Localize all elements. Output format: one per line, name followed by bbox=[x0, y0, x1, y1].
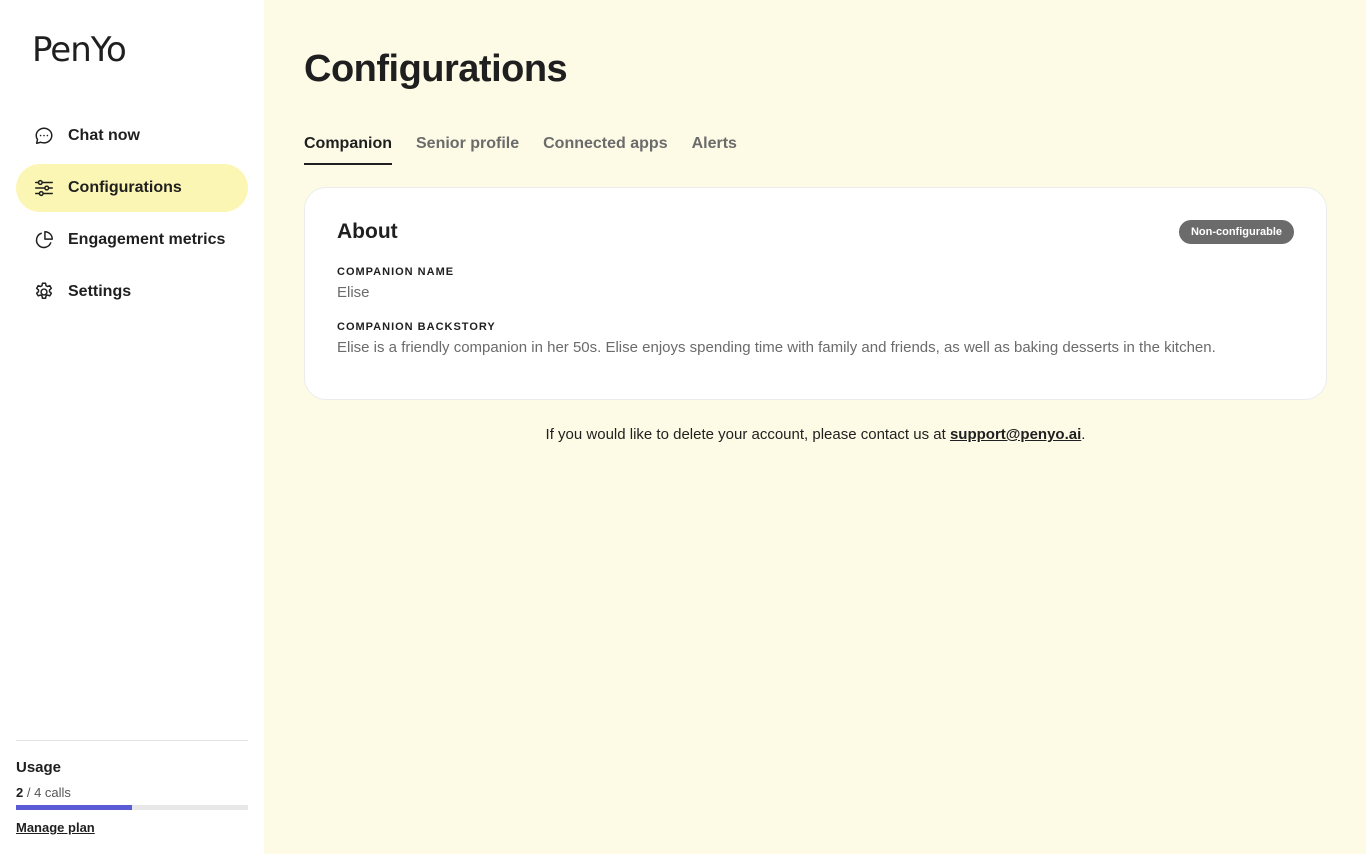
sidebar: PenYo Chat now Configurations Engagement… bbox=[0, 0, 264, 854]
sliders-icon bbox=[32, 176, 56, 200]
sidebar-item-label: Configurations bbox=[68, 179, 182, 196]
support-email-link[interactable]: support@penyo.ai bbox=[950, 426, 1081, 443]
sidebar-item-chat-now[interactable]: Chat now bbox=[16, 112, 248, 160]
status-badge: Non-configurable bbox=[1178, 220, 1294, 244]
companion-name-value: Elise bbox=[337, 284, 370, 301]
sidebar-item-settings[interactable]: Settings bbox=[16, 268, 248, 316]
delete-account-text: If you would like to delete your account… bbox=[545, 426, 950, 443]
manage-plan-link[interactable]: Manage plan bbox=[16, 820, 95, 835]
companion-name-label: COMPANION NAME bbox=[337, 266, 455, 278]
page-title: Configurations bbox=[304, 48, 568, 90]
sidebar-item-label: Settings bbox=[68, 283, 132, 300]
usage-title: Usage bbox=[16, 759, 62, 776]
main-content: Configurations Companion Senior profile … bbox=[304, 0, 1327, 443]
usage-used: 2 bbox=[16, 785, 24, 800]
usage-total: / 4 calls bbox=[26, 785, 71, 800]
usage-panel: Usage 2 / 4 calls Manage plan bbox=[16, 740, 248, 837]
about-card: About Non-configurable COMPANION NAME El… bbox=[304, 187, 1327, 400]
tab-alerts[interactable]: Alerts bbox=[692, 135, 737, 165]
tab-companion[interactable]: Companion bbox=[304, 135, 392, 165]
gear-icon bbox=[32, 280, 56, 304]
sidebar-item-configurations[interactable]: Configurations bbox=[16, 164, 248, 212]
tab-connected-apps[interactable]: Connected apps bbox=[543, 135, 667, 165]
usage-progress-bar bbox=[16, 805, 248, 810]
sidebar-item-label: Chat now bbox=[68, 127, 140, 144]
companion-backstory-value: Elise is a friendly companion in her 50s… bbox=[337, 339, 1216, 356]
penyo-logo[interactable]: PenYo bbox=[32, 30, 127, 70]
usage-progress-fill bbox=[16, 805, 132, 810]
tab-bar: Companion Senior profile Connected apps … bbox=[304, 135, 1327, 165]
sidebar-item-engagement-metrics[interactable]: Engagement metrics bbox=[16, 216, 248, 264]
delete-account-note: If you would like to delete your account… bbox=[304, 426, 1327, 443]
sidebar-nav: Chat now Configurations Engagement metri… bbox=[16, 112, 248, 320]
tab-senior-profile[interactable]: Senior profile bbox=[416, 135, 519, 165]
chat-bubble-icon bbox=[32, 124, 56, 148]
card-title: About bbox=[337, 220, 398, 243]
sidebar-item-label: Engagement metrics bbox=[68, 231, 226, 248]
usage-count: 2 / 4 calls bbox=[16, 785, 248, 800]
delete-account-suffix: . bbox=[1081, 426, 1086, 443]
companion-backstory-label: COMPANION BACKSTORY bbox=[337, 321, 496, 333]
pie-chart-icon bbox=[32, 228, 56, 252]
